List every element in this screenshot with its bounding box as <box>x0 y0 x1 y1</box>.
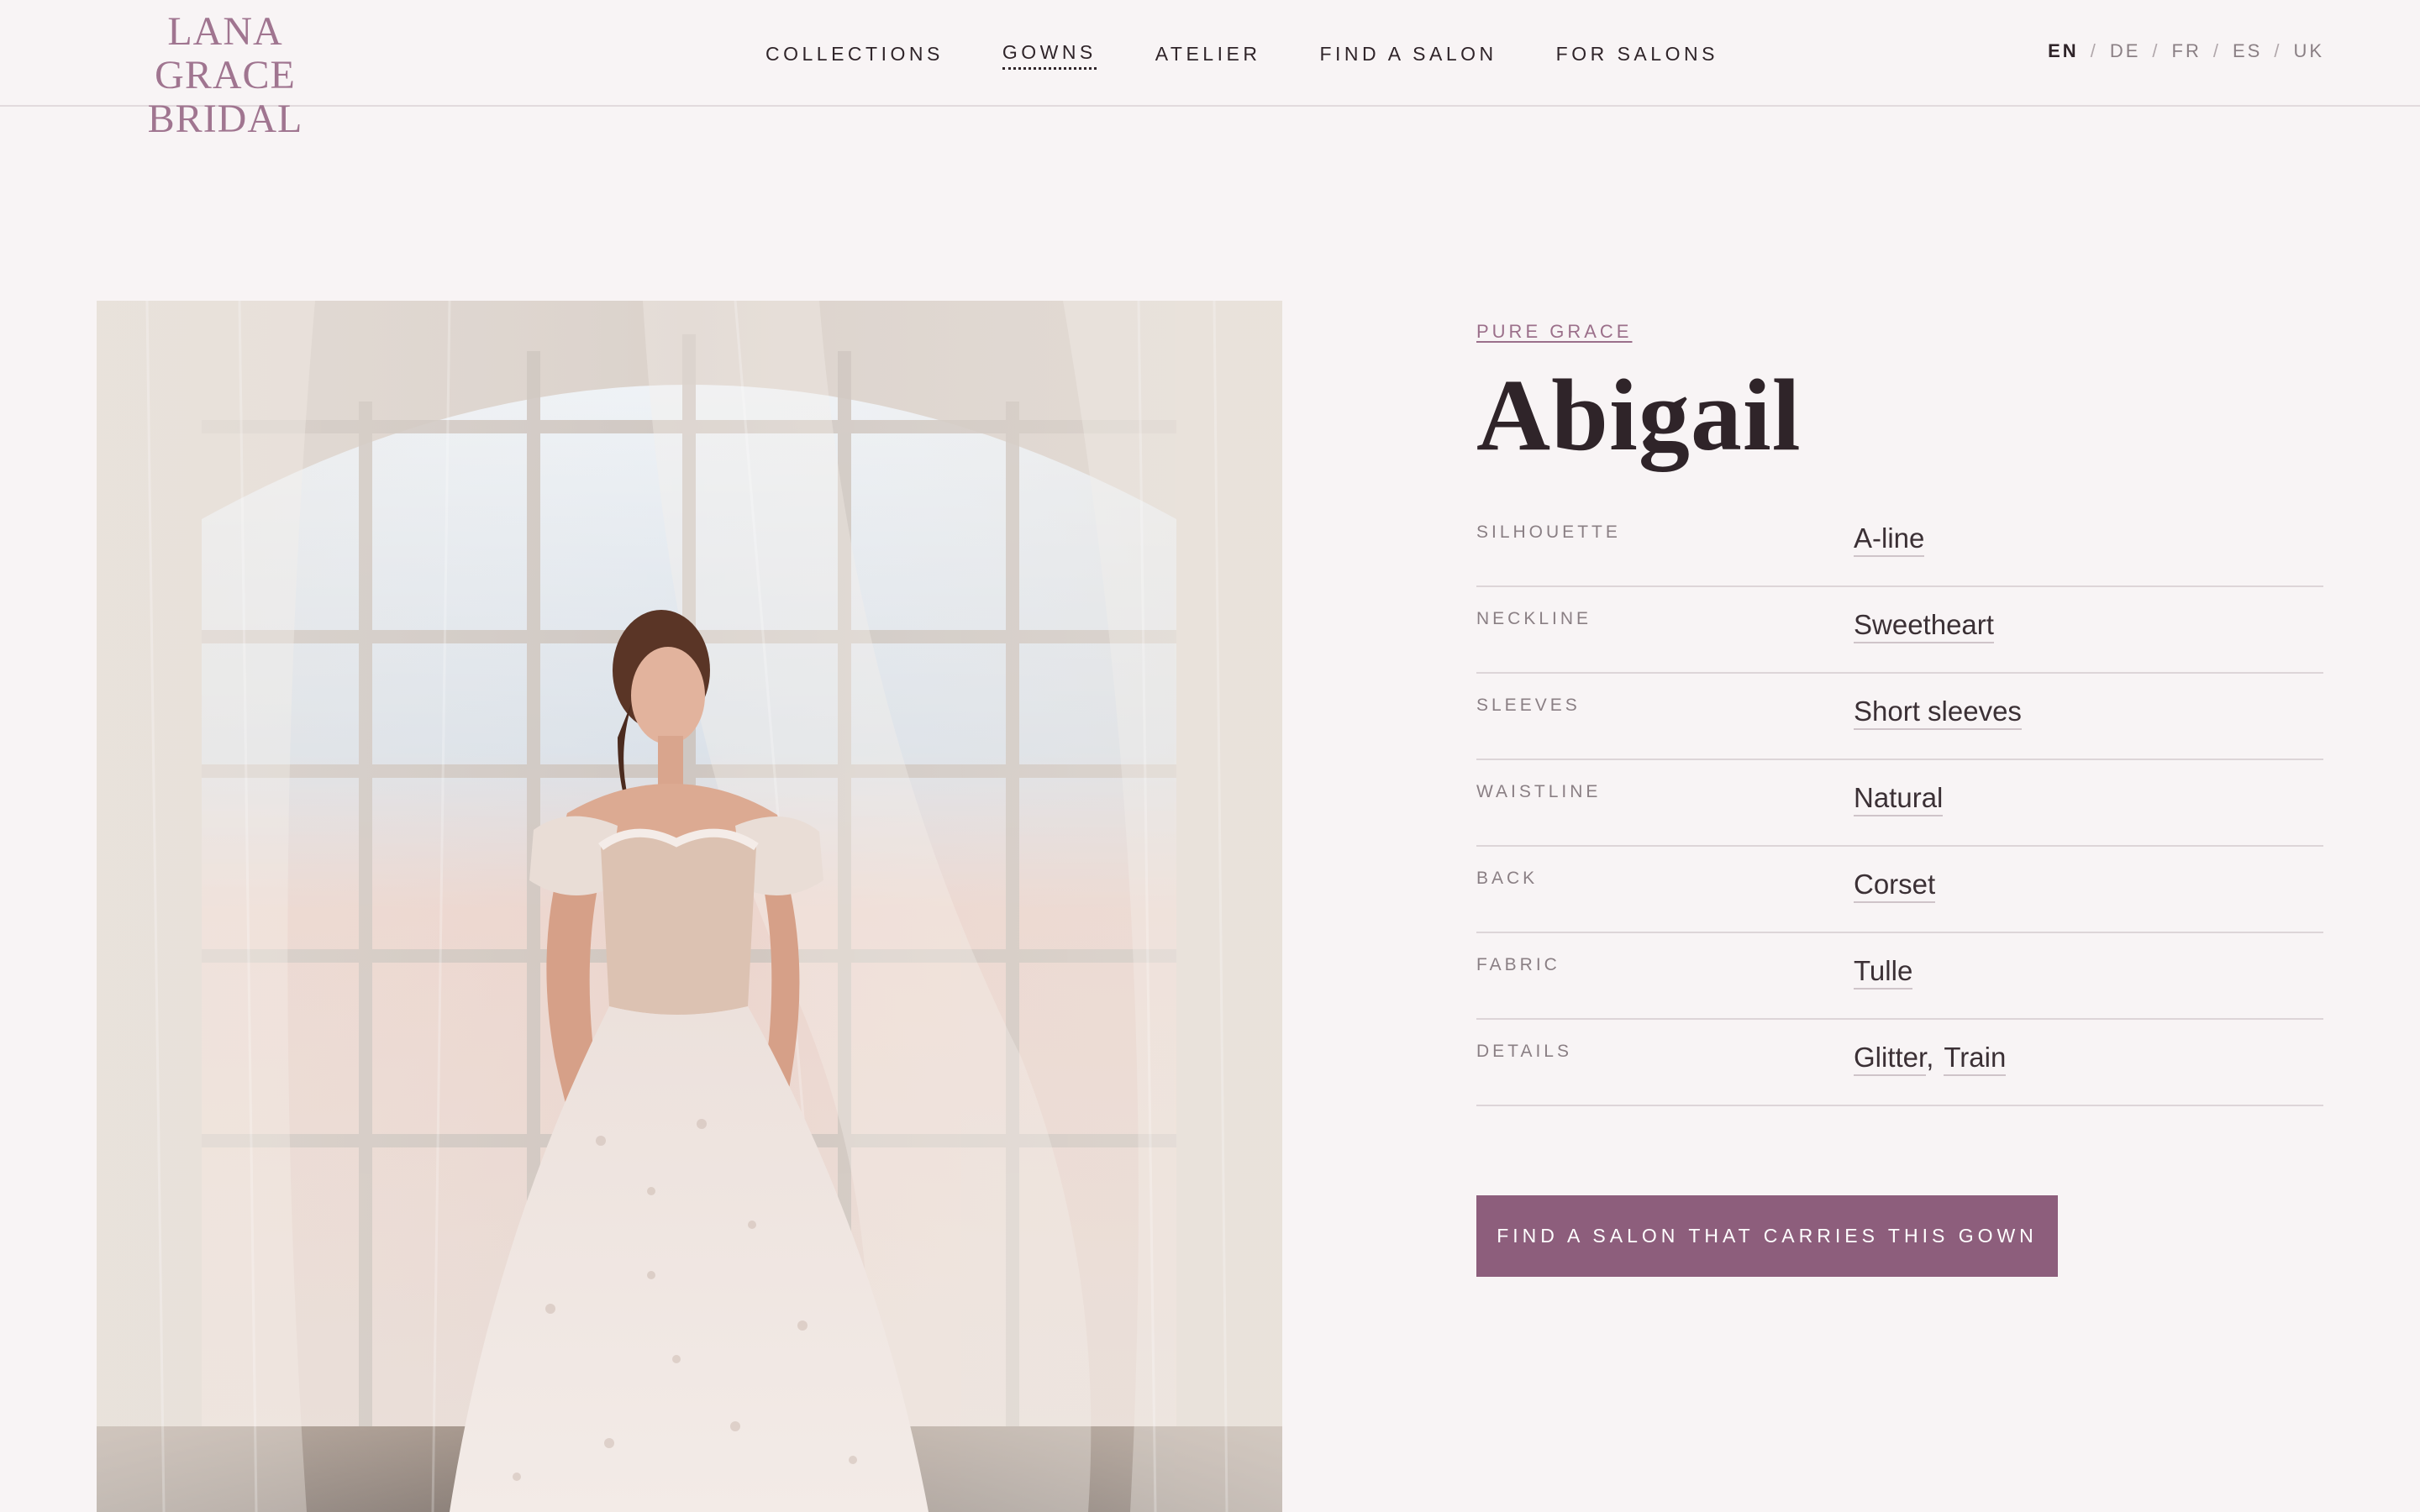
lang-separator: / <box>2274 40 2282 61</box>
spec-row-neckline: NECKLINE Sweetheart <box>1476 587 2323 674</box>
logo-line-2: BRIDAL <box>147 97 303 141</box>
spec-value-link[interactable]: Corset <box>1854 869 1936 903</box>
spec-value-link[interactable]: Glitter <box>1854 1042 1927 1076</box>
language-switcher: EN / DE / FR / ES / UK <box>2048 40 2324 62</box>
spec-value-link[interactable]: Sweetheart <box>1854 609 1994 643</box>
lang-separator: / <box>2152 40 2160 61</box>
site-header: LANA GRACE BRIDAL COLLECTIONS GOWNS ATEL… <box>0 0 2420 141</box>
spec-value-link[interactable]: Short sleeves <box>1854 696 2022 730</box>
spec-value-link[interactable]: Natural <box>1854 782 1944 816</box>
nav-item-gowns[interactable]: GOWNS <box>1002 41 1097 70</box>
lang-es[interactable]: ES <box>2233 40 2262 62</box>
spec-label: SILHOUETTE <box>1476 522 1621 542</box>
spec-label: SLEEVES <box>1476 696 1581 715</box>
spec-row-details: DETAILS Glitter, Train <box>1476 1020 2323 1106</box>
logo-line-1: LANA GRACE <box>155 9 296 97</box>
gown-photo-illustration <box>97 301 1282 1512</box>
spec-row-fabric: FABRIC Tulle <box>1476 933 2323 1020</box>
gown-details: PURE GRACE Abigail SILHOUETTE A-line NEC… <box>1476 321 2323 1277</box>
nav-item-for-salons[interactable]: FOR SALONS <box>1556 43 1718 69</box>
spec-row-sleeves: SLEEVES Short sleeves <box>1476 674 2323 760</box>
spec-label: DETAILS <box>1476 1042 1572 1061</box>
nav-item-find-a-salon[interactable]: FIND A SALON <box>1319 43 1497 69</box>
spec-value-link[interactable]: A-line <box>1854 522 1925 557</box>
lang-fr[interactable]: FR <box>2172 40 2202 62</box>
lang-de[interactable]: DE <box>2110 40 2141 62</box>
spec-row-back: BACK Corset <box>1476 847 2323 933</box>
lang-separator: / <box>2212 40 2221 61</box>
spec-value-link[interactable]: Tulle <box>1854 955 1913 990</box>
find-salon-button[interactable]: FIND A SALON THAT CARRIES THIS GOWN <box>1476 1195 2058 1277</box>
collection-link[interactable]: PURE GRACE <box>1476 321 1632 343</box>
lang-separator: / <box>2090 40 2098 61</box>
spec-table: SILHOUETTE A-line NECKLINE Sweetheart SL… <box>1476 501 2323 1106</box>
gown-photo[interactable] <box>97 301 1282 1512</box>
nav-item-atelier[interactable]: ATELIER <box>1155 43 1261 69</box>
spec-label: NECKLINE <box>1476 609 1592 628</box>
main-nav: COLLECTIONS GOWNS ATELIER FIND A SALON F… <box>765 40 1718 71</box>
brand-logo[interactable]: LANA GRACE BRIDAL <box>94 10 356 141</box>
spec-label: BACK <box>1476 869 1539 888</box>
spec-label: WAISTLINE <box>1476 782 1602 801</box>
lang-uk[interactable]: UK <box>2293 40 2324 62</box>
value-separator: , <box>1926 1042 1934 1073</box>
spec-value-link[interactable]: Train <box>1944 1042 2007 1076</box>
spec-label: FABRIC <box>1476 955 1560 974</box>
spec-row-waistline: WAISTLINE Natural <box>1476 760 2323 847</box>
gown-title: Abigail <box>1476 359 1802 472</box>
lang-en[interactable]: EN <box>2048 40 2079 62</box>
spec-row-silhouette: SILHOUETTE A-line <box>1476 501 2323 587</box>
nav-item-collections[interactable]: COLLECTIONS <box>765 43 944 69</box>
